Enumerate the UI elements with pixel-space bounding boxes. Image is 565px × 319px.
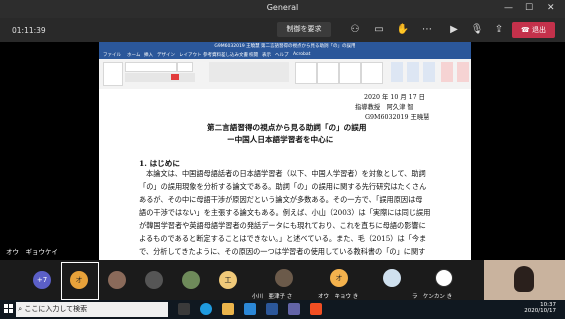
tab-mailings[interactable]: 差し込み文書 xyxy=(221,52,248,58)
document-title: 第二言語習得の視点から見る助詞「の」の誤用 xyxy=(207,123,367,132)
section-heading: 1. はじめに xyxy=(139,159,180,168)
style-heading2[interactable] xyxy=(361,62,383,84)
leave-button[interactable]: ☎ 退出 xyxy=(512,22,555,38)
word-title-bar: G9M6032019 王曉慧 第二言語習得の視点から見る助詞「の」の誤用 xyxy=(99,42,471,51)
overflow-count[interactable]: +7 xyxy=(33,271,51,289)
dictate-icon[interactable] xyxy=(407,62,419,82)
request-control-button[interactable]: 制御を要求 xyxy=(277,22,331,37)
tab-design[interactable]: デザイン xyxy=(157,52,175,58)
close-icon[interactable]: ✕ xyxy=(547,3,555,13)
editor-icon[interactable] xyxy=(423,62,435,82)
font-name-select[interactable] xyxy=(125,62,177,72)
participant-avatar[interactable] xyxy=(145,271,163,289)
tab-view[interactable]: 表示 xyxy=(262,52,271,58)
share-icon[interactable]: ⇪ xyxy=(492,23,506,37)
camera-icon[interactable]: ▶ xyxy=(447,23,461,37)
author-line: G9M6032019 王曉慧 xyxy=(365,114,430,121)
participant-avatar[interactable] xyxy=(108,271,126,289)
tab-review[interactable]: 校閲 xyxy=(249,52,258,58)
body-line: よるものであると断定することはできない。」と述べている。また、毛（2015）は「… xyxy=(139,234,427,243)
style-no-spacing[interactable] xyxy=(317,62,339,84)
participant-avatar[interactable] xyxy=(383,269,401,287)
font-format-buttons[interactable] xyxy=(125,73,195,82)
style-heading1[interactable] xyxy=(339,62,361,84)
tab-help[interactable]: ヘルプ xyxy=(275,52,289,58)
call-toolbar: 01:11:39 制御を要求 ⚇ ▭ ✋ ⋯ ▶ 🎙 ⇪ ☎ 退出 xyxy=(0,18,565,42)
mail-icon[interactable] xyxy=(244,303,256,315)
tab-home[interactable]: ホーム xyxy=(127,52,140,58)
font-color-icon[interactable] xyxy=(171,74,179,80)
teams-icon[interactable] xyxy=(288,303,300,315)
phone-icon: ☎ xyxy=(521,26,532,34)
word-ribbon-tabs: ファイル ホーム 挿入 デザイン レイアウト 参考資料 差し込み文書 校閲 表示… xyxy=(99,51,471,59)
participant-avatar[interactable]: オ xyxy=(70,271,88,289)
word-ribbon xyxy=(99,59,471,90)
search-placeholder: ここに入力して検索 xyxy=(24,305,88,313)
find-icon[interactable] xyxy=(391,62,403,82)
document-subtitle: ー中国人日本語学習者を中心に xyxy=(227,135,334,144)
app-icon[interactable] xyxy=(310,303,322,315)
body-line: で、分析してきたように、その原因の一つは学習者の使用している教科書の「の」に関す xyxy=(139,247,426,256)
pdf-icon[interactable] xyxy=(441,62,453,82)
body-line: あるが、その中に母語干渉が原因だという論文が多数ある。その一方で、「誤用原因は母 xyxy=(139,195,423,204)
tab-insert[interactable]: 挿入 xyxy=(144,52,153,58)
word-document-title: G9M6032019 王曉慧 第二言語習得の視点から見る助詞「の」の誤用 xyxy=(214,44,356,49)
body-line: 語の干渉ではない」を主張する論文もある。例えば、小山（2003）は「実際には同じ… xyxy=(139,208,431,217)
paragraph-group[interactable] xyxy=(209,62,289,82)
clock-date: 2020/10/17 xyxy=(524,308,556,314)
maximize-icon[interactable]: ☐ xyxy=(525,3,533,13)
tab-acrobat[interactable]: Acrobat xyxy=(293,52,310,57)
raise-hand-icon[interactable]: ✋ xyxy=(396,23,410,37)
call-timer: 01:11:39 xyxy=(12,26,46,35)
presenter-name: オウ ギョウケイ xyxy=(6,248,58,256)
leave-label: 退出 xyxy=(531,26,546,34)
participant-name: ラ ケンカン き xyxy=(412,294,453,300)
body-line: 本論文は、中国語母語話者の日本語学習者（以下、中国人学習者）を対象として、助詞 xyxy=(146,169,426,178)
body-line: が韓国学習者や英語母語学習者の発話データにも現れており、これを直ちに母語の影響に xyxy=(139,221,426,230)
file-explorer-icon[interactable] xyxy=(222,303,234,315)
taskbar-clock[interactable]: 10:37 2020/10/17 xyxy=(511,302,556,314)
title-bar: General — ☐ ✕ xyxy=(0,0,565,18)
body-line: 「の」の誤用現象を分析する論文である。助詞「の」の誤用に関する先行研究はたくさん xyxy=(139,182,427,191)
paste-button[interactable] xyxy=(103,62,123,86)
task-view-icon[interactable] xyxy=(178,303,190,315)
participant-avatar[interactable]: 工 xyxy=(219,271,237,289)
font-size-select[interactable] xyxy=(177,62,193,72)
participant-avatar[interactable] xyxy=(435,269,453,287)
participant-avatar[interactable] xyxy=(275,269,293,287)
participant-name: 小川 亜津子 さ xyxy=(252,294,293,300)
minimize-icon[interactable]: — xyxy=(504,3,513,13)
participant-name: オウ キョウ き xyxy=(318,294,359,300)
style-normal[interactable] xyxy=(295,62,317,84)
word-icon[interactable] xyxy=(266,303,278,315)
participant-avatar[interactable] xyxy=(182,271,200,289)
date-line: 2020 年 10 月 17 日 xyxy=(364,94,425,101)
self-video-preview xyxy=(484,260,565,300)
more-icon[interactable]: ⋯ xyxy=(420,23,434,37)
document-page[interactable]: 2020 年 10 月 17 日 指導教授 阿久津 智 G9M6032019 王… xyxy=(99,89,471,260)
self-video-person xyxy=(514,266,534,292)
tab-references[interactable]: 参考資料 xyxy=(203,52,221,58)
taskbar-search-input[interactable]: ⌕ ここに入力して検索 xyxy=(16,302,168,317)
advisor-line: 指導教授 阿久津 智 xyxy=(355,104,414,111)
edge-icon[interactable] xyxy=(200,303,212,315)
shared-word-window: G9M6032019 王曉慧 第二言語習得の視点から見る助詞「の」の誤用 ファイ… xyxy=(99,42,471,260)
windows-start-icon[interactable] xyxy=(4,304,13,313)
tab-layout[interactable]: レイアウト xyxy=(179,52,202,58)
share-pdf-icon[interactable] xyxy=(457,62,469,82)
mic-icon[interactable]: 🎙 xyxy=(470,23,484,37)
tab-file[interactable]: ファイル xyxy=(103,52,121,58)
window-title: General xyxy=(266,3,299,12)
participant-avatar[interactable]: オ xyxy=(330,269,348,287)
chat-icon[interactable]: ▭ xyxy=(372,23,386,37)
people-icon[interactable]: ⚇ xyxy=(348,23,362,37)
